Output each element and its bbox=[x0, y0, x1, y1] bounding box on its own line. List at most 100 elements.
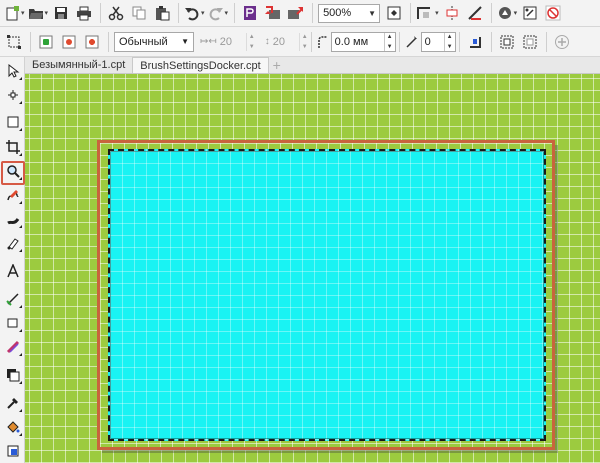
new-document-icon bbox=[6, 6, 19, 21]
toolbox bbox=[0, 57, 25, 463]
round-corner-button[interactable] bbox=[36, 31, 56, 53]
eyedropper-tool[interactable] bbox=[3, 393, 23, 413]
paste-icon bbox=[156, 6, 170, 21]
angle-input[interactable]: 0 ▲ ▼ bbox=[420, 31, 456, 52]
property-bar: Обычный ▼ ↦↤ 20 ▲ ▼ ↕ 20 ▲ ▼ 0.0 мм ▲ ▼ 0 ▲… bbox=[0, 27, 600, 57]
rectangle-outline bbox=[110, 151, 544, 439]
add-preset-button[interactable] bbox=[552, 31, 572, 53]
freehand-icon bbox=[7, 190, 19, 201]
cut-button[interactable] bbox=[106, 2, 126, 24]
rectangle-tool[interactable] bbox=[3, 112, 23, 132]
copy-button[interactable] bbox=[129, 2, 149, 24]
dimension-tool[interactable] bbox=[3, 289, 23, 309]
chamfered-corner-button[interactable] bbox=[82, 31, 102, 53]
dynamic-guides-button[interactable] bbox=[465, 2, 485, 24]
snap-to-icon bbox=[417, 7, 431, 19]
no-color-button[interactable] bbox=[543, 2, 563, 24]
paste-button[interactable] bbox=[152, 2, 172, 24]
angle-value: 0 bbox=[424, 35, 431, 48]
style-select-value: Обычный bbox=[119, 35, 168, 48]
interactive-fill-tool[interactable] bbox=[3, 417, 23, 437]
snap-to-button[interactable]: ▾ bbox=[416, 2, 439, 24]
blend-icon bbox=[6, 340, 20, 354]
to-back-icon bbox=[523, 35, 537, 48]
wrap-text-icon bbox=[469, 36, 481, 48]
scalloped-corner-button[interactable] bbox=[59, 31, 79, 53]
wrap-text-button[interactable] bbox=[465, 31, 485, 53]
tab-label: BrushSettingsDocker.cpt bbox=[140, 59, 261, 72]
angle-icon bbox=[405, 31, 419, 53]
shape-edit-icon bbox=[8, 90, 18, 100]
scalloped-corner-icon bbox=[62, 35, 76, 48]
selected-rectangle-shape[interactable] bbox=[108, 149, 546, 441]
undo-button[interactable]: ▾ bbox=[184, 2, 205, 24]
zoom-tool[interactable] bbox=[3, 161, 23, 181]
publish-icon bbox=[244, 6, 257, 20]
drawing-canvas[interactable] bbox=[25, 74, 600, 463]
pointer-arrow-icon bbox=[8, 64, 20, 78]
chevron-down-icon: ▼ bbox=[368, 8, 377, 18]
height-spinner[interactable]: ↕ 20 ▲ ▼ bbox=[265, 32, 308, 52]
tab-document-brush-settings[interactable]: BrushSettingsDocker.cpt bbox=[132, 57, 269, 73]
artistic-media-tool[interactable] bbox=[3, 209, 23, 229]
height-arrows-icon: ↕ bbox=[264, 36, 270, 47]
to-back-button[interactable] bbox=[520, 31, 540, 53]
import-button[interactable] bbox=[263, 2, 283, 24]
object-origin-icon bbox=[7, 34, 21, 49]
height-value: 20 bbox=[272, 35, 285, 48]
connector-tool[interactable] bbox=[3, 313, 23, 333]
publish-button[interactable] bbox=[240, 2, 260, 24]
plus-icon: + bbox=[272, 57, 281, 73]
outline-width-icon bbox=[317, 31, 329, 53]
artistic-media-icon bbox=[7, 218, 20, 225]
outline-width-input[interactable]: 0.0 мм ▲ ▼ bbox=[330, 31, 396, 52]
print-icon bbox=[77, 6, 92, 21]
blend-tool[interactable] bbox=[3, 337, 23, 357]
to-front-button[interactable] bbox=[497, 31, 517, 53]
zoom-level-select[interactable]: 500% ▼ bbox=[318, 3, 381, 23]
pen-icon bbox=[7, 238, 19, 250]
save-button[interactable] bbox=[51, 2, 71, 24]
pen-tool[interactable] bbox=[3, 233, 23, 253]
full-screen-preview-button[interactable] bbox=[384, 2, 404, 24]
pick-tool[interactable] bbox=[3, 61, 23, 81]
print-button[interactable] bbox=[74, 2, 94, 24]
chevron-down-icon: ▼ bbox=[181, 37, 189, 46]
object-origin-button[interactable] bbox=[4, 31, 24, 53]
copy-icon bbox=[132, 6, 146, 20]
new-document-button[interactable]: ▾ bbox=[4, 2, 25, 24]
import-icon bbox=[265, 6, 281, 19]
options-button[interactable] bbox=[520, 2, 540, 24]
dimension-icon bbox=[6, 293, 19, 306]
freehand-tool[interactable] bbox=[3, 185, 23, 205]
width-spinner[interactable]: ↦↤ 20 ▲ ▼ bbox=[200, 32, 255, 52]
dynamic-guides-icon bbox=[467, 6, 482, 20]
zoom-level-value: 500% bbox=[323, 7, 352, 19]
paint-bucket-icon bbox=[7, 421, 20, 433]
text-tool[interactable] bbox=[3, 261, 23, 281]
alignment-guides-button[interactable] bbox=[442, 2, 462, 24]
smart-fill-tool[interactable] bbox=[3, 441, 23, 461]
transparency-icon bbox=[7, 369, 20, 382]
transparency-tool[interactable] bbox=[3, 365, 23, 385]
undo-icon bbox=[185, 8, 199, 21]
open-icon bbox=[28, 9, 43, 19]
redo-button[interactable]: ▾ bbox=[208, 2, 228, 24]
standard-toolbar: ▾ ▾ ▾ ▾ 500% ▼ ▾ ▾ bbox=[0, 0, 600, 27]
crop-tool[interactable] bbox=[3, 137, 23, 157]
style-select[interactable]: Обычный ▼ bbox=[114, 31, 194, 52]
shape-tool[interactable] bbox=[3, 85, 23, 105]
tab-document-untitled[interactable]: Безымянный-1.cpt bbox=[25, 57, 132, 73]
open-button[interactable]: ▾ bbox=[28, 2, 48, 24]
save-icon bbox=[55, 7, 68, 19]
full-screen-icon bbox=[387, 6, 401, 20]
export-button[interactable] bbox=[286, 2, 306, 24]
connector-icon bbox=[7, 318, 18, 328]
launcher-button[interactable]: ▾ bbox=[497, 2, 517, 24]
chamfered-corner-icon bbox=[85, 35, 99, 48]
new-tab-button[interactable]: + bbox=[269, 57, 285, 73]
tab-label: Безымянный-1.cpt bbox=[32, 59, 126, 71]
alignment-guides-icon bbox=[446, 6, 458, 20]
options-icon bbox=[523, 6, 537, 20]
crop-icon bbox=[6, 140, 20, 154]
